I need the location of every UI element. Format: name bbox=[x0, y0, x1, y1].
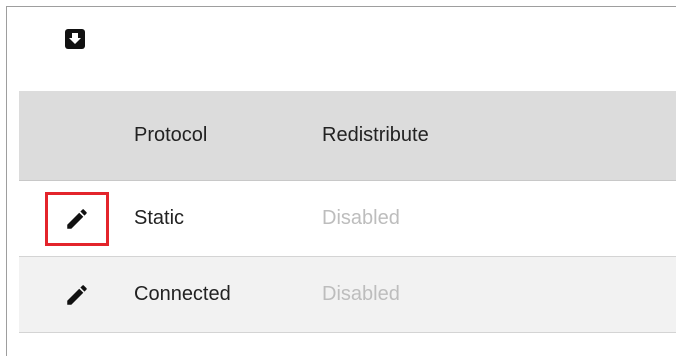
row-action-cell bbox=[19, 257, 134, 332]
cell-protocol: Static bbox=[134, 207, 185, 229]
column-header-redistribute: Redistribute bbox=[322, 124, 429, 146]
table-row: Static Disabled bbox=[19, 181, 676, 257]
edit-button-connected[interactable] bbox=[45, 268, 109, 322]
table-row: Connected Disabled bbox=[19, 257, 676, 333]
pencil-icon bbox=[66, 284, 87, 305]
table-header: Protocol Redistribute bbox=[19, 91, 676, 181]
cell-protocol: Connected bbox=[134, 283, 231, 305]
column-header-protocol: Protocol bbox=[134, 124, 208, 146]
cell-redistribute: Disabled bbox=[322, 283, 400, 305]
cell-redistribute: Disabled bbox=[322, 207, 400, 229]
export-download-icon bbox=[65, 29, 85, 49]
pencil-icon bbox=[66, 208, 87, 229]
row-action-cell bbox=[19, 181, 134, 256]
toolbar bbox=[7, 7, 676, 91]
panel: Protocol Redistribute Static Disabled Co… bbox=[6, 6, 676, 356]
header-action-cell bbox=[19, 91, 134, 180]
redistribution-table: Protocol Redistribute Static Disabled Co… bbox=[19, 91, 676, 333]
edit-button-static[interactable] bbox=[44, 191, 109, 246]
export-button[interactable] bbox=[62, 26, 88, 52]
